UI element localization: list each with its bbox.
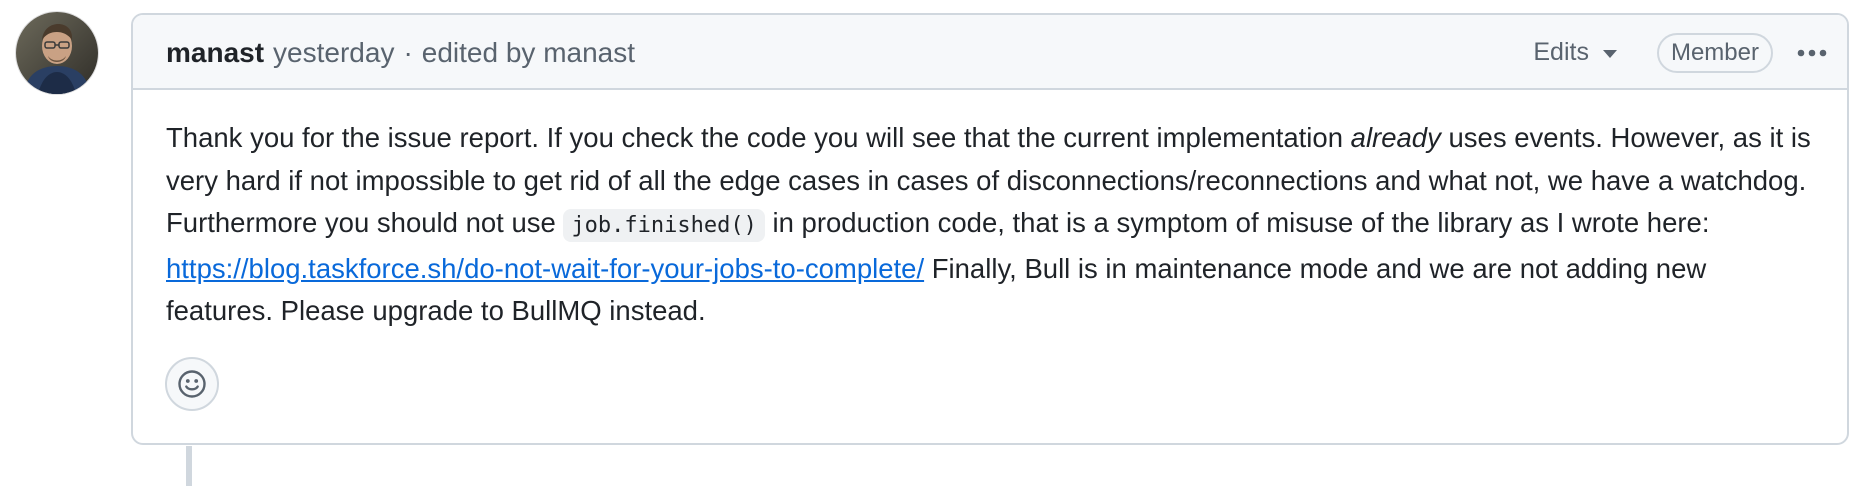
timeline-line (186, 446, 192, 486)
add-reaction-button[interactable] (165, 357, 219, 411)
author-link[interactable]: manast (166, 37, 264, 69)
triangle-down-icon (1602, 50, 1617, 58)
avatar[interactable] (16, 12, 98, 94)
inline-code: job.finished() (563, 209, 765, 242)
smiley-icon (178, 370, 206, 398)
timestamp-link[interactable]: yesterday (273, 37, 394, 69)
comment-actions: Edits Member (1533, 15, 1847, 90)
body-emphasis: already (1350, 122, 1441, 153)
comment-meta: manast yesterday · edited by manast (166, 15, 635, 90)
comment-options-button[interactable] (1793, 34, 1831, 72)
body-text-3: in production code, that is a symptom of… (764, 207, 1710, 238)
meta-separator: · (403, 36, 413, 68)
avatar-image (16, 12, 98, 94)
blog-link[interactable]: https://blog.taskforce.sh/do-not-wait-fo… (166, 253, 924, 284)
edits-label: Edits (1533, 38, 1589, 66)
comment-header: manast yesterday · edited by manast Edit… (133, 15, 1847, 90)
comment-body: Thank you for the issue report. If you c… (166, 117, 1816, 333)
kebab-horizontal-icon (1797, 49, 1827, 56)
role-badge: Member (1656, 32, 1773, 73)
body-text-1: Thank you for the issue report. If you c… (166, 122, 1351, 153)
edits-dropdown[interactable]: Edits (1533, 38, 1617, 67)
edited-by-label: edited by manast (421, 36, 636, 68)
comment-box: manast yesterday · edited by manast Edit… (131, 13, 1849, 445)
issue-comment-timeline-item: manast yesterday · edited by manast Edit… (0, 0, 1872, 486)
